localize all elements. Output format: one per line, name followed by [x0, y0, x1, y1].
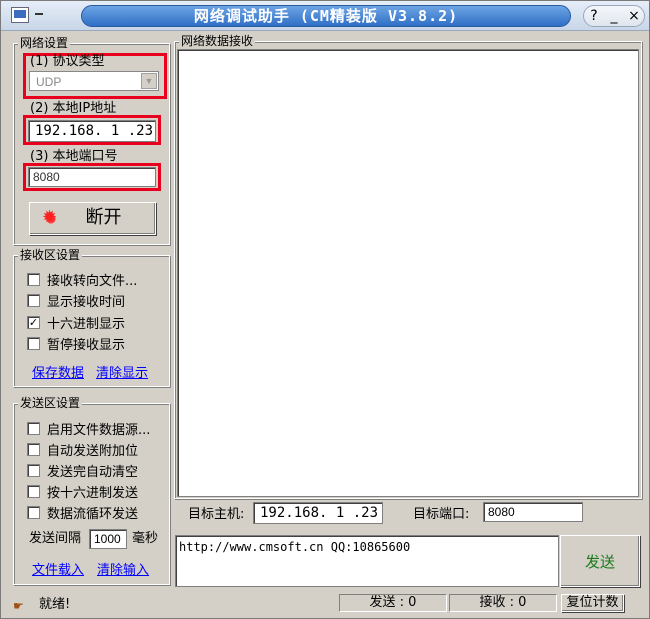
send-interval-label: 发送间隔: [29, 531, 82, 546]
title-bar[interactable]: 网络调试助手 (CM精装版 V3.8.2) ? _ ×: [1, 1, 649, 31]
send-option-autoclear[interactable]: 发送完自动清空: [27, 461, 139, 480]
target-port-input[interactable]: 8080: [483, 502, 583, 522]
status-bar: ☛ 就绪! 发送 : 0 接收 : 0 复位计数: [1, 591, 649, 619]
receive-option-label: 暂停接收显示: [47, 337, 126, 353]
checkbox-checked[interactable]: ✓: [27, 315, 40, 329]
protocol-select[interactable]: UDP ▼: [29, 71, 159, 91]
send-button[interactable]: 发送: [560, 535, 640, 587]
send-option-append[interactable]: 自动发送附加位: [27, 440, 139, 459]
disconnect-label: 断开: [85, 207, 122, 228]
receive-panel-title: 网络数据接收: [179, 34, 256, 48]
protocol-label: (1) 协议类型: [30, 54, 105, 69]
window-controls: ? _ ×: [583, 5, 645, 27]
app-icon[interactable]: [11, 7, 29, 23]
checkbox[interactable]: [27, 293, 40, 307]
receive-option-label: 接收转向文件...: [47, 273, 138, 289]
send-interval-input[interactable]: 1000: [89, 529, 127, 549]
app-window: 网络调试助手 (CM精装版 V3.8.2) ? _ × 网络设置 (1) 协议类…: [0, 0, 650, 619]
local-port-input[interactable]: 8080: [28, 167, 156, 187]
save-data-link[interactable]: 保存数据: [32, 362, 84, 381]
receive-option-hex[interactable]: ✓ 十六进制显示: [27, 313, 126, 332]
send-option-loop[interactable]: 数据流循环发送: [27, 503, 139, 522]
red-led-icon: [42, 207, 60, 229]
target-host-label: 目标主机:: [188, 507, 245, 522]
checkbox[interactable]: [27, 442, 40, 456]
send-option-label: 启用文件数据源...: [47, 422, 151, 438]
network-settings-title: 网络设置: [18, 36, 71, 50]
received-count: 接收 : 0: [449, 594, 557, 612]
send-option-hex[interactable]: 按十六进制发送: [27, 482, 139, 501]
send-option-label: 发送完自动清空: [47, 464, 139, 480]
receive-option-file[interactable]: 接收转向文件...: [27, 270, 138, 289]
window-title: 网络调试助手 (CM精装版 V3.8.2): [81, 5, 571, 27]
send-settings-title: 发送区设置: [18, 396, 83, 410]
status-ready: 就绪!: [39, 597, 71, 612]
sent-count: 发送 : 0: [339, 594, 447, 612]
clear-display-link[interactable]: 清除显示: [96, 362, 148, 381]
send-interval-unit: 毫秒: [132, 531, 159, 546]
receive-option-pause[interactable]: 暂停接收显示: [27, 334, 126, 353]
help-button[interactable]: ?: [585, 6, 603, 26]
close-button[interactable]: ×: [625, 6, 643, 26]
local-ip-input[interactable]: 192.168. 1 .23: [28, 120, 156, 142]
send-option-label: 自动发送附加位: [47, 443, 139, 459]
reset-count-button[interactable]: 复位计数: [561, 594, 624, 612]
receive-option-time[interactable]: 显示接收时间: [27, 291, 126, 310]
send-option-label: 数据流循环发送: [47, 506, 139, 522]
checkbox[interactable]: [27, 463, 40, 477]
receive-option-label: 显示接收时间: [47, 294, 126, 310]
system-menu-icon[interactable]: [35, 13, 43, 15]
minimize-button[interactable]: _: [605, 6, 623, 26]
receive-option-label: 十六进制显示: [47, 316, 126, 332]
load-file-link[interactable]: 文件载入: [32, 559, 84, 578]
checkbox[interactable]: [27, 421, 40, 435]
pointing-hand-icon: ☛: [13, 599, 24, 613]
receive-settings-title: 接收区设置: [18, 248, 83, 262]
checkbox[interactable]: [27, 505, 40, 519]
disconnect-button[interactable]: 断开: [29, 202, 156, 235]
send-textarea[interactable]: http://www.cmsoft.cn QQ:10865600: [175, 535, 559, 587]
protocol-value: UDP: [36, 75, 62, 89]
target-host-input[interactable]: 192.168. 1 .23: [253, 502, 383, 524]
checkbox[interactable]: [27, 336, 40, 350]
checkbox[interactable]: [27, 272, 40, 286]
send-option-file-source[interactable]: 启用文件数据源...: [27, 419, 151, 438]
target-port-label: 目标端口:: [413, 507, 470, 522]
receive-textarea[interactable]: [177, 49, 639, 497]
clear-input-link[interactable]: 清除输入: [97, 559, 149, 578]
send-option-label: 按十六进制发送: [47, 485, 139, 501]
checkbox[interactable]: [27, 484, 40, 498]
chevron-down-icon[interactable]: ▼: [141, 73, 157, 89]
